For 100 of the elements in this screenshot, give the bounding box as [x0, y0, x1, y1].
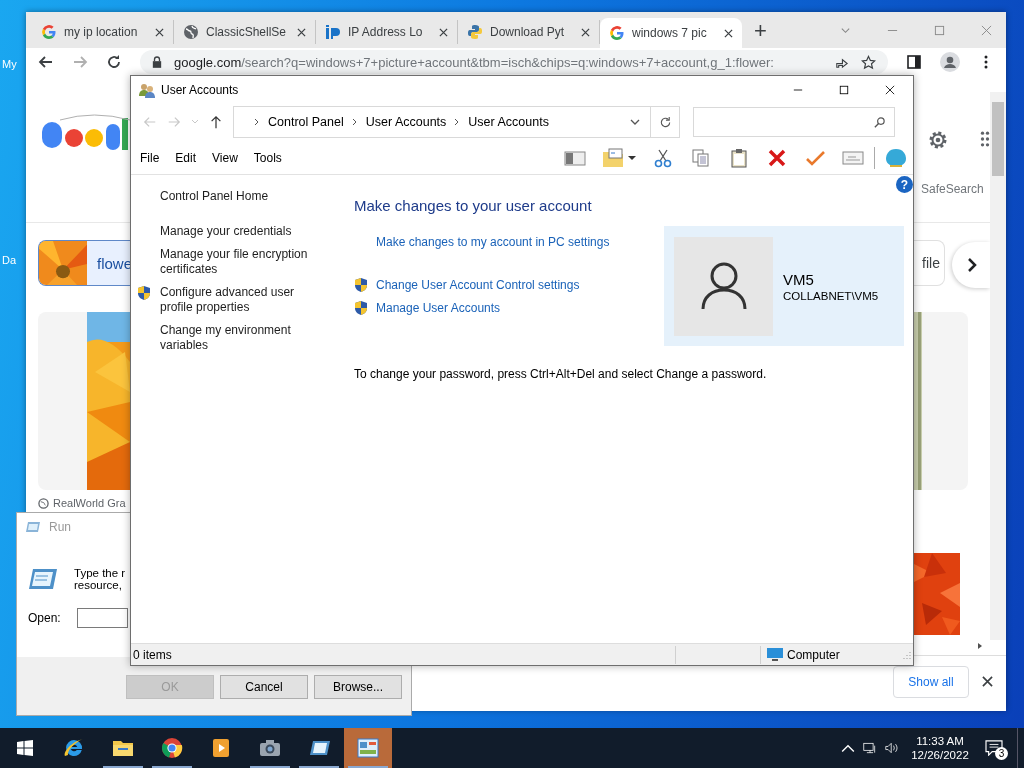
address-bar[interactable]: google.com/search?q=windows+7+picture+account&tbm=isch&chips=q:windows+7+account,g_1:flower:	[140, 50, 888, 74]
resize-grip-icon[interactable]	[903, 650, 911, 659]
breadcrumb-item[interactable]: Control Panel	[268, 115, 344, 129]
task-link[interactable]: Manage User Accounts	[376, 301, 501, 315]
status-text: Computer	[787, 647, 841, 662]
close-icon[interactable]	[439, 27, 448, 37]
close-icon[interactable]	[155, 27, 164, 37]
description-text: resource,	[74, 579, 123, 591]
window-panel-icon	[356, 736, 380, 760]
image-card[interactable]	[914, 312, 968, 490]
search-field[interactable]	[693, 107, 895, 137]
menu-item[interactable]: Edit	[175, 151, 197, 165]
status-text: 0 items	[132, 647, 173, 662]
sidebar-link[interactable]: Manage your credentials	[160, 224, 330, 239]
delete-icon[interactable]	[766, 148, 788, 168]
safesearch-label[interactable]: SafeSearch	[921, 182, 984, 196]
open-field[interactable]	[76, 608, 128, 628]
clock[interactable]: 11:33 AM 12/26/2022	[909, 728, 971, 768]
chevron-right-icon	[966, 257, 978, 273]
globe-icon	[38, 497, 49, 509]
windows-logo-icon	[17, 740, 33, 756]
message-icon	[985, 740, 1003, 756]
address-bar[interactable]: Control Panel User Accounts User Accounts	[233, 106, 651, 138]
page-heading: Make changes to your user account	[354, 197, 593, 214]
apps-icon[interactable]	[980, 130, 990, 148]
user-icon	[700, 261, 747, 311]
search-chip[interactable]: file	[914, 240, 945, 286]
password-note: To change your password, press Ctrl+Alt+Del and select Change a password.	[354, 367, 768, 381]
chevron-right-icon[interactable]	[254, 118, 260, 126]
checkmark-icon[interactable]	[804, 148, 826, 168]
help-button[interactable]: ?	[896, 176, 913, 193]
desktop-icon-label: Da	[2, 254, 17, 266]
computer-icon	[767, 647, 783, 662]
desktop-icon-label: My	[2, 58, 17, 70]
cut-icon[interactable]	[652, 148, 674, 168]
caret-icon[interactable]	[628, 155, 636, 161]
network-icon[interactable]	[863, 741, 877, 755]
shell-icon[interactable]	[885, 148, 907, 168]
close-icon[interactable]	[581, 27, 590, 37]
google-icon	[41, 24, 57, 40]
account-name: VM5	[783, 270, 815, 288]
globe-icon	[183, 24, 199, 40]
menu-item[interactable]: File	[140, 151, 160, 165]
refresh-button[interactable]	[650, 106, 680, 138]
google-icon	[609, 25, 625, 41]
close-icon[interactable]	[297, 27, 306, 37]
users-icon	[139, 82, 155, 98]
show-all-button[interactable]: Show all	[893, 666, 969, 698]
task-link[interactable]: Change User Account Control settings	[376, 278, 580, 292]
run-icon	[25, 521, 41, 533]
up-icon[interactable]	[209, 115, 223, 129]
profile-icon[interactable]	[940, 52, 960, 72]
maximize-icon[interactable]	[839, 85, 849, 95]
open-label: Open:	[28, 611, 61, 625]
dialog-title: Run	[49, 520, 71, 534]
notifications-button[interactable]: 3	[971, 728, 1017, 768]
browser-tab[interactable]: IP Address Lo	[316, 20, 458, 44]
close-icon[interactable]	[885, 85, 895, 95]
lock-icon	[152, 56, 162, 68]
close-icon[interactable]	[982, 676, 993, 687]
chevron-right-icon[interactable]	[454, 118, 461, 126]
browser-tab[interactable]: my ip location	[32, 20, 174, 44]
side-panel-icon[interactable]	[906, 54, 922, 70]
breadcrumb-item[interactable]: User Accounts	[468, 115, 549, 129]
close-icon[interactable]	[724, 28, 733, 38]
new-tab-button[interactable]: +	[754, 18, 767, 44]
layout-icon[interactable]	[564, 148, 586, 168]
search-icon	[873, 115, 886, 129]
breadcrumb-item[interactable]: User Accounts	[365, 115, 447, 129]
notification-count: 3	[995, 747, 1008, 760]
browser-tab[interactable]: windows 7 pic	[600, 18, 742, 48]
scrollbar[interactable]	[990, 92, 1006, 640]
star-icon[interactable]	[861, 54, 876, 70]
circle-logo-icon	[160, 736, 184, 760]
sidebar-link[interactable]: Configure advanced user profile properties	[160, 285, 330, 315]
reload-icon[interactable]	[106, 54, 122, 70]
browser-tab[interactable]: ClassicShellSe	[174, 20, 316, 44]
sidebar-link[interactable]: Manage your file encryption certificates	[160, 247, 330, 277]
run-icon	[27, 567, 59, 591]
back-icon[interactable]	[38, 54, 54, 70]
scroll-right-icon[interactable]	[976, 642, 984, 650]
next-button[interactable]	[952, 242, 990, 288]
refresh-icon	[658, 115, 672, 129]
sidebar-link[interactable]: Control Panel Home	[160, 189, 330, 204]
chevron-down-icon[interactable]	[630, 118, 640, 126]
menu-item[interactable]: View	[212, 151, 238, 165]
sidebar-link[interactable]: Change my environment variables	[160, 323, 330, 353]
dialog-button[interactable]: Cancel	[220, 675, 308, 699]
paste-icon[interactable]	[728, 148, 750, 168]
copy-icon[interactable]	[690, 148, 712, 168]
image-card[interactable]	[38, 312, 130, 490]
dialog-button[interactable]: Browse...	[314, 675, 402, 699]
account-domain: COLLABNET\VM5	[783, 289, 879, 302]
window-title: User Accounts	[161, 83, 240, 97]
task-link[interactable]: Make changes to my account in PC settings	[376, 235, 610, 249]
chevron-right-icon[interactable]	[351, 118, 358, 126]
image-source[interactable]: RealWorld Gra	[53, 497, 126, 509]
menu-item[interactable]: Tools	[253, 151, 282, 165]
python-icon	[467, 24, 483, 40]
volume-icon[interactable]	[885, 741, 899, 755]
